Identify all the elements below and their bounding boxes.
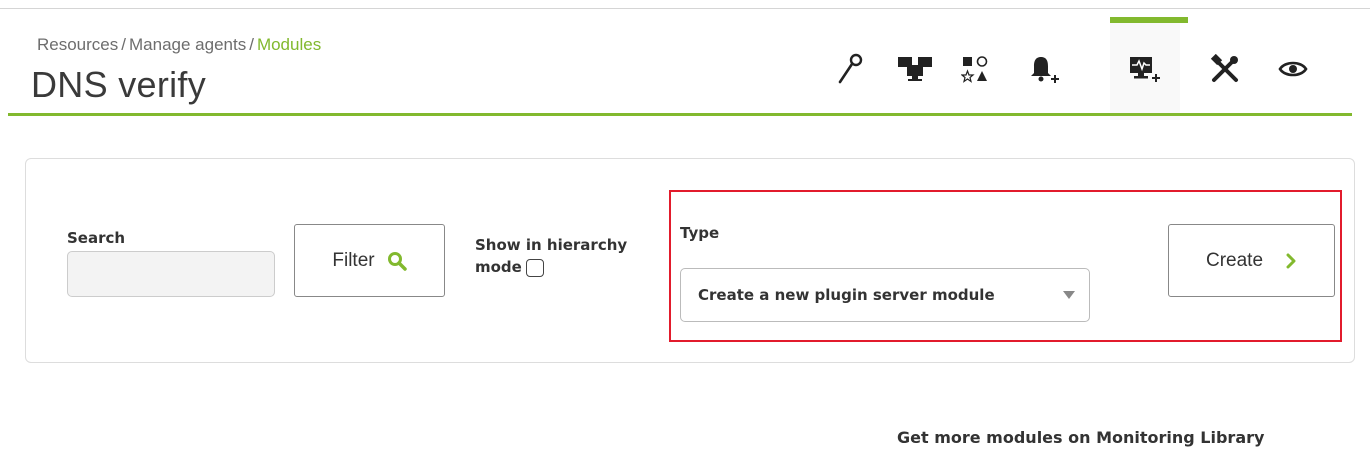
- hierarchy-label-line2: mode: [475, 258, 522, 276]
- create-button-label: Create: [1205, 249, 1264, 271]
- breadcrumb: Resources / Manage agents / Modules: [37, 35, 321, 55]
- shapes-icon[interactable]: [940, 17, 1010, 120]
- header-underline: [8, 113, 1352, 116]
- wrench-icon[interactable]: [815, 17, 885, 120]
- monitor-add-icon[interactable]: [1110, 17, 1188, 120]
- tools-icon[interactable]: [1190, 17, 1260, 120]
- breadcrumb-resources[interactable]: Resources: [37, 35, 118, 54]
- page-header: Resources / Manage agents / Modules DNS veri…: [0, 9, 1352, 120]
- filter-button[interactable]: Filter: [294, 224, 445, 297]
- search-icon: [387, 251, 407, 271]
- hierarchy-mode-label: Show in hierarchy mode: [475, 234, 627, 278]
- page-title: DNS verify: [31, 64, 207, 105]
- chevron-right-icon: [1285, 253, 1297, 269]
- breadcrumb-current: Modules: [256, 35, 322, 54]
- type-select-value: Create a new plugin server module: [698, 286, 995, 304]
- breadcrumb-separator: /: [121, 35, 126, 54]
- type-label: Type: [680, 224, 720, 242]
- monitoring-library-link[interactable]: Get more modules on Monitoring Library: [897, 428, 1264, 447]
- hierarchy-mode-checkbox[interactable]: [525, 258, 544, 277]
- eye-icon[interactable]: [1258, 17, 1328, 120]
- hierarchy-label-line1: Show in hierarchy: [475, 236, 628, 254]
- breadcrumb-separator: /: [249, 35, 254, 54]
- create-button[interactable]: Create: [1168, 224, 1335, 297]
- search-label: Search: [67, 229, 126, 247]
- dropdown-arrow-icon: [1063, 291, 1075, 299]
- filter-button-label: Filter: [332, 249, 375, 271]
- search-input[interactable]: [67, 251, 275, 297]
- type-select[interactable]: Create a new plugin server module: [680, 268, 1090, 322]
- bell-add-icon[interactable]: [1010, 17, 1080, 120]
- breadcrumb-manage-agents[interactable]: Manage agents: [129, 35, 246, 54]
